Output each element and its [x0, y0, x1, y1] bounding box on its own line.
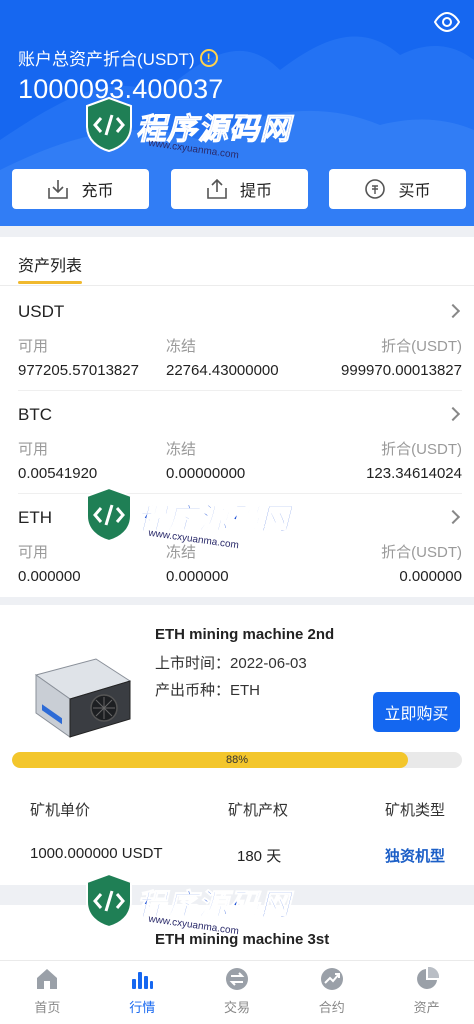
output-coin-label: 产出币种： [155, 682, 231, 699]
total-asset-value: 1000093.400037 [18, 74, 224, 104]
listing-date-line: 上市时间：2022-06-03 [155, 652, 307, 673]
buy-coin-icon [365, 179, 386, 199]
output-coin-value: ETH [230, 682, 261, 699]
machine-type-label: 矿机类型 [385, 802, 446, 819]
asset-list-card: 资产列表 USDT 可用 977205.57013827 冻结 22764.4300… [0, 237, 474, 597]
property-term-value: 180 天 [237, 848, 282, 865]
machine-title: ETH mining machine 3st [155, 931, 330, 948]
sales-progress-bar: 88% [12, 752, 462, 768]
available-value: 0.00541920 [18, 465, 98, 482]
trade-icon [225, 968, 248, 990]
mining-machine-image [34, 658, 132, 738]
available-value: 0.000000 [18, 568, 81, 585]
progress-text: 88% [225, 754, 249, 766]
available-value: 977205.57013827 [18, 362, 139, 379]
coin-name: USDT [18, 302, 65, 321]
asset-row-usdt[interactable]: USDT 可用 977205.57013827 冻结 22764.43000000 … [18, 302, 462, 379]
coin-name: ETH [18, 508, 52, 527]
market-chart-icon [132, 972, 154, 989]
frozen-value: 22764.43000000 [166, 362, 279, 379]
frozen-value: 0.00000000 [166, 465, 246, 482]
tab-label: 交易 [223, 1000, 250, 1015]
value-label: 折合(USDT) [381, 544, 462, 561]
frozen-label: 冻结 [166, 338, 197, 355]
available-label: 可用 [18, 544, 49, 561]
converted-value: 123.34614024 [366, 465, 462, 482]
assets-pie-icon [416, 967, 439, 989]
frozen-value: 0.000000 [166, 568, 229, 585]
buy-coin-button[interactable]: 买币 [329, 169, 466, 209]
buy-coin-label: 买币 [398, 183, 431, 200]
machine-type-value: 独资机型 [385, 848, 446, 865]
property-term-label: 矿机产权 [228, 802, 289, 819]
divider [18, 390, 462, 391]
frozen-label: 冻结 [166, 441, 197, 458]
contract-icon [320, 968, 343, 990]
converted-value: 999970.00013827 [341, 362, 462, 379]
unit-price-label: 矿机单价 [30, 802, 91, 819]
buy-now-button[interactable]: 立即购买 [373, 692, 460, 732]
eye-icon[interactable] [434, 12, 460, 32]
tab-label: 首页 [34, 1000, 61, 1015]
tab-assets[interactable]: 资产 [379, 961, 474, 1024]
withdraw-button[interactable]: 提币 [170, 169, 308, 209]
value-label: 折合(USDT) [381, 338, 462, 355]
asset-row-btc[interactable]: BTC 可用 0.00541920 冻结 0.00000000 折合(USDT) 12… [18, 405, 462, 482]
tab-label: 行情 [129, 1000, 156, 1015]
tab-asset-list[interactable]: 资产列表 [18, 252, 82, 276]
listing-date-value: 2022-06-03 [230, 655, 307, 672]
tab-underline [18, 281, 82, 284]
coin-name: BTC [18, 405, 52, 424]
bottom-tab-bar: 首页 行情 交易 合约 资产 [0, 960, 474, 1024]
tab-home[interactable]: 首页 [0, 961, 95, 1024]
divider [0, 285, 474, 286]
unit-price-value: 1000.000000 USDT [30, 845, 163, 862]
mining-machine-card: ETH mining machine 2nd 上市时间：2022-06-03 产… [0, 605, 474, 885]
deposit-button[interactable]: 充币 [12, 169, 149, 209]
withdraw-label: 提币 [239, 183, 272, 200]
available-label: 可用 [18, 441, 49, 458]
withdraw-icon [207, 178, 227, 199]
total-asset-label: 账户总资产折合(USDT) ! [18, 45, 218, 70]
converted-value: 0.000000 [399, 568, 462, 585]
home-icon [37, 969, 58, 989]
deposit-label: 充币 [81, 183, 114, 200]
listing-date-label: 上市时间： [155, 655, 231, 672]
tab-market[interactable]: 行情 [95, 961, 190, 1024]
tab-trade[interactable]: 交易 [190, 961, 285, 1024]
tab-label: 资产 [413, 1000, 440, 1015]
total-asset-label-text: 账户总资产折合(USDT) [18, 50, 195, 69]
frozen-label: 冻结 [166, 544, 197, 561]
value-label: 折合(USDT) [381, 441, 462, 458]
tab-contract[interactable]: 合约 [284, 961, 379, 1024]
machine-title: ETH mining machine 2nd [155, 626, 335, 643]
tab-label: 合约 [318, 1000, 345, 1015]
mining-machine-card-2: ETH mining machine 3st [0, 905, 474, 965]
header-banner: 账户总资产折合(USDT) ! 1000093.400037 充币 提币 买币 [0, 0, 474, 226]
info-icon[interactable]: ! [199, 48, 218, 67]
available-label: 可用 [18, 338, 49, 355]
asset-row-eth[interactable]: ETH 可用 0.000000 冻结 0.000000 折合(USDT) 0.0000… [18, 508, 462, 585]
deposit-icon [48, 180, 69, 199]
divider [18, 493, 462, 494]
action-row: 充币 提币 买币 [12, 169, 466, 209]
output-coin-line: 产出币种：ETH [155, 679, 260, 700]
